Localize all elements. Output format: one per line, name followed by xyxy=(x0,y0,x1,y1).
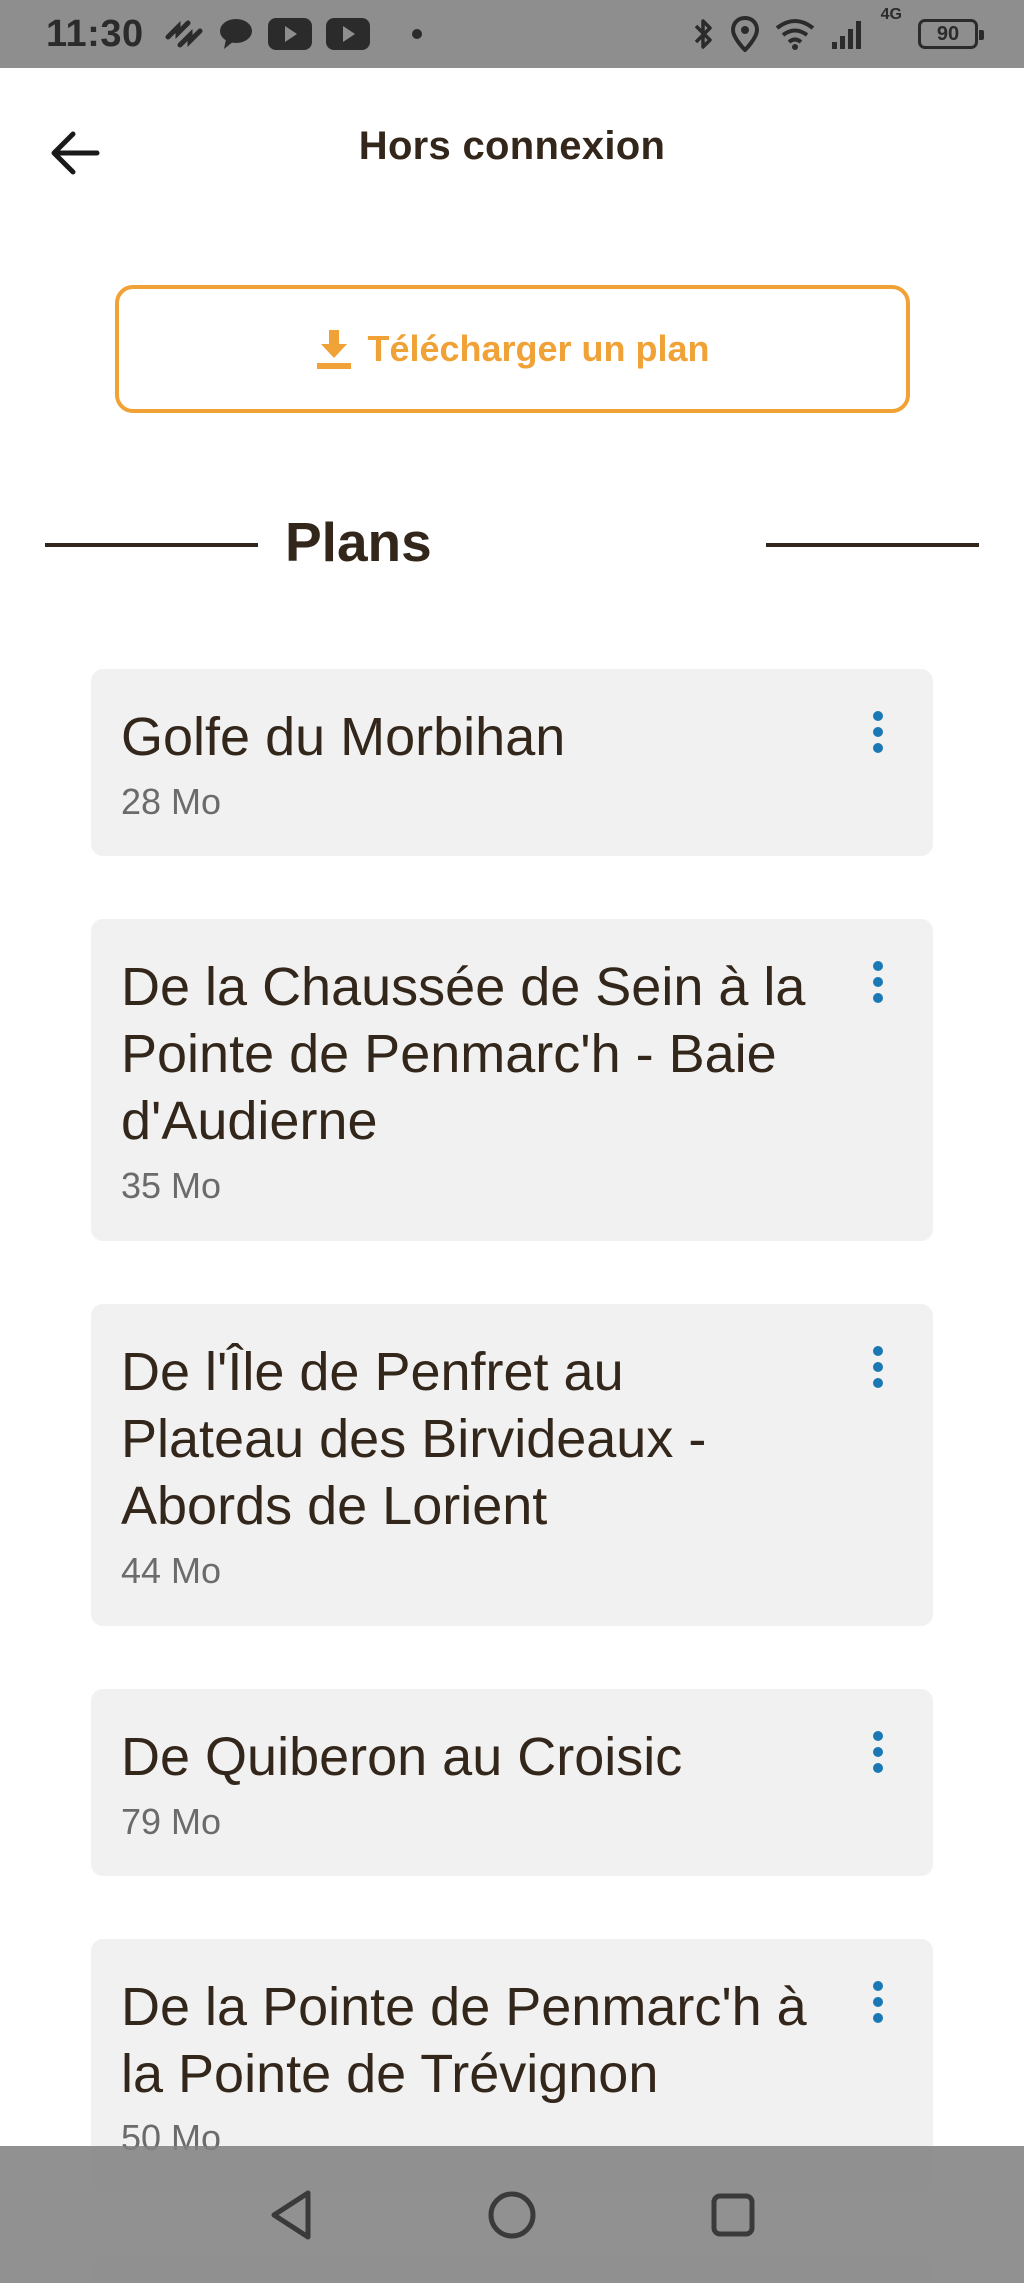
youtube-icon xyxy=(267,18,312,50)
more-options-icon[interactable] xyxy=(863,1977,893,2027)
system-nav-bar xyxy=(0,2146,1024,2283)
plan-name: De la Chaussée de Sein à la Pointe de Pe… xyxy=(121,957,806,1151)
recents-square-icon xyxy=(711,2193,755,2236)
download-plan-label: Télécharger un plan xyxy=(367,328,710,369)
app-screen: 11:30 4G 90 Hors connexion Télécharger u… xyxy=(0,0,1024,2283)
bluetooth-icon xyxy=(693,16,715,52)
more-options-icon[interactable] xyxy=(863,957,893,1007)
sync-icon xyxy=(164,17,204,51)
notification-icons xyxy=(164,17,422,51)
more-options-icon[interactable] xyxy=(863,707,893,757)
download-plan-button[interactable]: Télécharger un plan xyxy=(115,285,910,413)
plan-size: 44 Mo xyxy=(121,1550,222,1591)
wifi-icon xyxy=(775,18,815,50)
location-icon xyxy=(730,16,759,52)
plan-name: De l'Île de Penfret au Plateau des Birvi… xyxy=(121,1342,707,1536)
app-header: Hors connexion xyxy=(0,68,1024,228)
page-title: Hors connexion xyxy=(358,124,666,168)
section-title: Plans xyxy=(285,511,432,573)
plans-section-heading: Plans xyxy=(0,500,1024,590)
plan-card[interactable]: De la Chaussée de Sein à la Pointe de Pe… xyxy=(91,919,933,1241)
download-icon xyxy=(317,330,352,369)
home-circle-icon xyxy=(488,2191,536,2238)
plan-size: 79 Mo xyxy=(121,1801,222,1842)
plan-card[interactable]: De Quiberon au Croisic 79 Mo xyxy=(91,1689,933,1876)
section-divider-right xyxy=(766,543,979,547)
nav-recents-button[interactable] xyxy=(693,2175,773,2255)
more-options-icon[interactable] xyxy=(863,1727,893,1777)
more-options-icon[interactable] xyxy=(863,1342,893,1392)
plan-name: Golfe du Morbihan xyxy=(121,707,566,767)
plan-size: 35 Mo xyxy=(121,1165,222,1206)
youtube-icon xyxy=(325,18,370,50)
status-bar: 11:30 4G 90 xyxy=(0,0,1024,68)
nav-back-button[interactable] xyxy=(251,2175,331,2255)
plan-name: De Quiberon au Croisic xyxy=(121,1727,683,1787)
back-triangle-icon xyxy=(271,2190,311,2239)
signal-icon xyxy=(831,18,865,50)
network-type: 4G xyxy=(880,6,902,23)
more-notifications-dot xyxy=(411,29,422,39)
status-time: 11:30 xyxy=(46,12,144,55)
nav-home-button[interactable] xyxy=(472,2175,552,2255)
battery-icon: 90 xyxy=(918,19,984,49)
section-divider-left xyxy=(45,543,258,547)
system-icons: 4G 90 xyxy=(693,6,984,52)
plan-card[interactable]: Golfe du Morbihan 28 Mo xyxy=(91,669,933,856)
chat-icon xyxy=(218,17,254,51)
plan-card[interactable]: De l'Île de Penfret au Plateau des Birvi… xyxy=(91,1304,933,1626)
plan-size: 28 Mo xyxy=(121,781,222,822)
plan-name: De la Pointe de Penmarc'h à la Pointe de… xyxy=(121,1977,807,2104)
